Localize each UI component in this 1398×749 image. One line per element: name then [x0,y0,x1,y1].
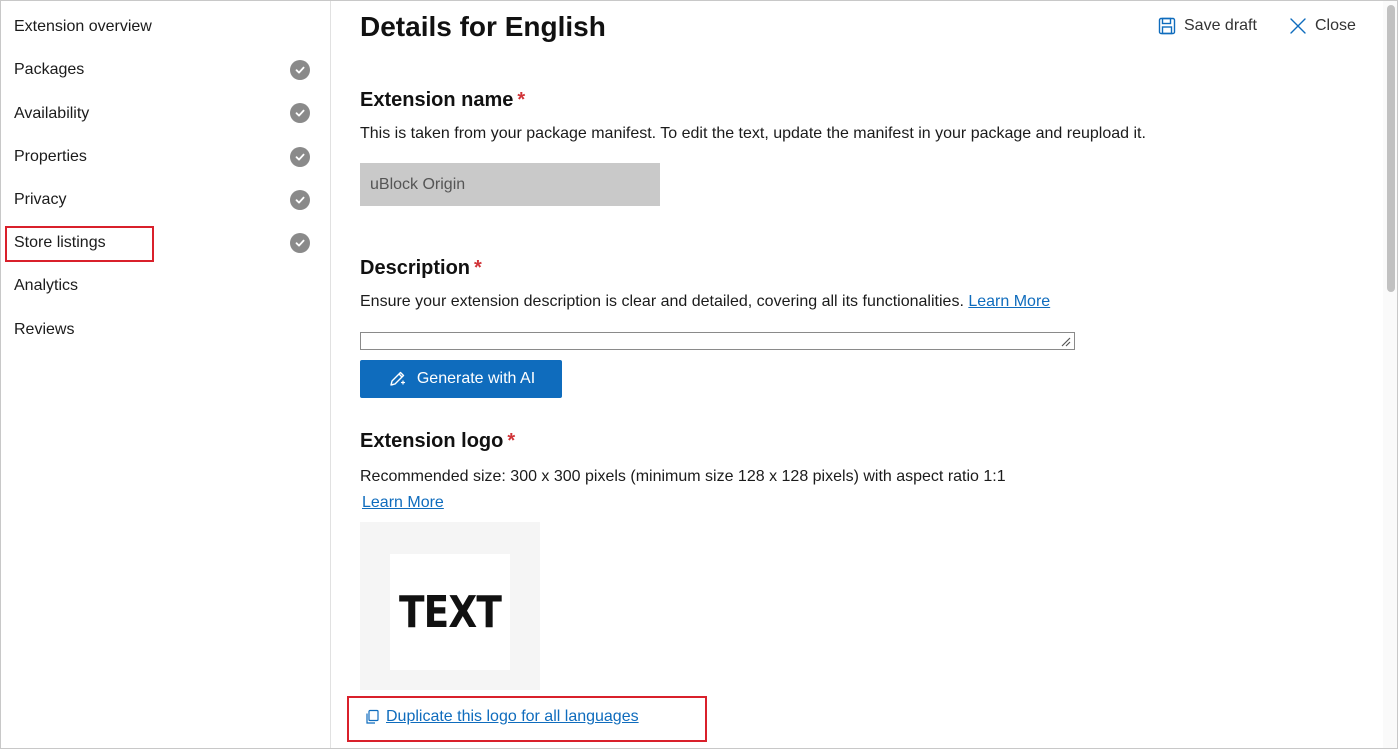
extension-name-title: Extension name [360,89,514,111]
close-label: Close [1315,17,1356,34]
required-mark: * [517,89,526,111]
generate-with-ai-button[interactable]: Generate with AI [360,360,562,398]
logo-preview[interactable]: TEXT [360,522,540,690]
extension-name-field: uBlock Origin [360,163,660,206]
extension-name-help: This is taken from your package manifest… [360,125,1146,142]
pencil-sparkle-icon [390,371,405,386]
sidebar-item-properties[interactable]: Properties [14,143,87,171]
copy-icon [366,709,379,724]
sidebar-item-availability[interactable]: Availability [14,100,89,128]
close-icon [1290,18,1306,34]
save-icon [1158,17,1176,35]
sidebar-item-label: Analytics [14,277,79,294]
sidebar-item-label: Privacy [14,191,67,208]
page-title: Details for English [360,11,606,42]
sidebar-item-analytics[interactable]: Analytics [14,272,78,300]
extension-logo-title: Extension logo [360,430,504,452]
close-button[interactable]: Close [1289,17,1356,35]
duplicate-logo-label: Duplicate this logo for all languages [386,708,639,725]
description-textarea[interactable] [360,332,1075,350]
save-draft-label: Save draft [1184,17,1257,34]
description-heading: Description * [360,257,482,280]
sidebar-item-reviews[interactable]: Reviews [14,316,74,344]
logo-image: TEXT [390,554,510,670]
sidebar-item-store-listings[interactable]: Store listings [14,229,106,257]
app-window: Extension overview Packages Availability… [0,0,1398,749]
generate-with-ai-label: Generate with AI [416,370,536,387]
description-help: Ensure your extension description is cle… [360,293,1050,311]
duplicate-logo-link[interactable]: Duplicate this logo for all languages [364,708,639,726]
required-mark: * [474,257,482,279]
sidebar-item-label: Availability [14,105,90,122]
logo-learn-more-wrap: Learn More [362,494,444,512]
sidebar-item-label: Reviews [14,321,75,338]
check-circle-icon [290,190,310,210]
sidebar-item-privacy[interactable]: Privacy [14,186,66,214]
sidebar-item-label: Extension overview [14,18,152,35]
description-learn-more-link[interactable]: Learn More [968,293,1050,310]
check-circle-icon [290,147,310,167]
extension-logo-help: Recommended size: 300 x 300 pixels (mini… [360,468,1006,485]
logo-preview-text: TEXT [399,586,502,638]
sidebar-item-label: Packages [14,61,85,78]
sidebar-nav: Extension overview Packages Availability… [1,1,331,748]
save-draft-button[interactable]: Save draft [1158,17,1257,35]
sidebar-item-extension-overview[interactable]: Extension overview [14,13,152,41]
description-help-text: Ensure your extension description is cle… [360,293,964,310]
check-circle-icon [290,233,310,253]
extension-logo-heading: Extension logo * [360,430,515,453]
extension-name-value: uBlock Origin [370,175,466,193]
check-circle-icon [290,60,310,80]
required-mark: * [507,430,516,452]
scrollbar-thumb[interactable] [1387,5,1395,292]
check-circle-icon [290,103,310,123]
sidebar-item-packages[interactable]: Packages [14,56,84,84]
vertical-scrollbar[interactable] [1383,1,1397,748]
description-title: Description [360,257,471,279]
extension-name-heading: Extension name * [360,89,525,112]
sidebar-item-label: Store listings [14,234,106,251]
resize-grip-icon[interactable] [1059,335,1071,347]
logo-learn-more-link[interactable]: Learn More [362,494,444,511]
sidebar-item-label: Properties [14,148,87,165]
main-content: Details for English Save draft Close Ext… [331,1,1383,748]
